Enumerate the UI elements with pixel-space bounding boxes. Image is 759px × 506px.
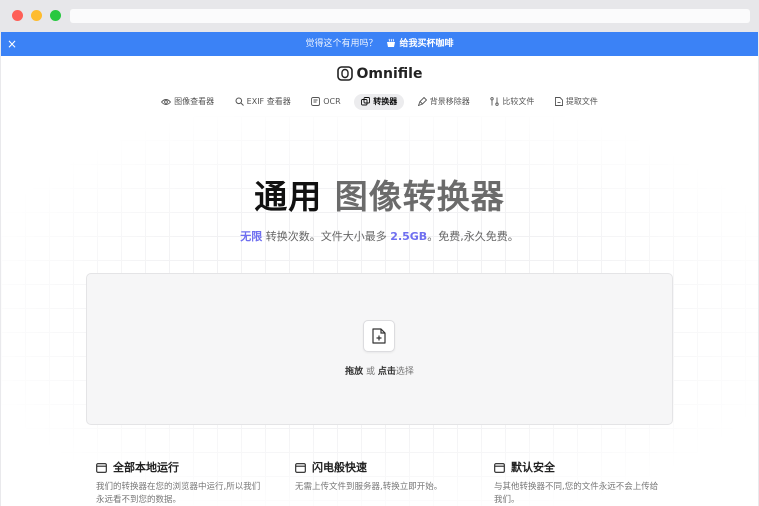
- address-bar[interactable]: [70, 9, 750, 23]
- window-icon: [494, 463, 505, 473]
- eye-icon: [161, 99, 172, 105]
- nav-item-extract-files[interactable]: 提取文件: [548, 94, 605, 110]
- subtitle-text-2: 。免费,永久免费。: [427, 230, 519, 243]
- feature-title: 闪电般快速: [312, 461, 367, 474]
- banner-question: 觉得这个有用吗？: [305, 39, 378, 49]
- file-plus-icon: [363, 320, 395, 352]
- extract-file-icon: [554, 97, 563, 106]
- click-label[interactable]: 点击: [378, 367, 396, 377]
- select-label: 选择: [395, 367, 414, 377]
- feature-title: 全部本地运行: [113, 461, 179, 474]
- brand-logo[interactable]: Omnifile: [1, 66, 758, 82]
- page-title: 通用 图像转换器: [1, 170, 758, 218]
- convert-icon: [361, 97, 371, 106]
- brush-icon: [417, 96, 427, 107]
- omnifile-logo-icon: [336, 66, 353, 81]
- subtitle-unlimited: 无限: [240, 230, 263, 243]
- page: × 觉得这个有用吗？ 给我买杯咖啡 Omnifile 图像查看器 EXIF 查看…: [1, 32, 758, 506]
- title-part-1: 通用: [254, 177, 323, 216]
- window-icon: [295, 463, 306, 473]
- nav-item-compare-files[interactable]: 比较文件: [483, 94, 541, 110]
- nav-item-image-viewer[interactable]: 图像查看器: [154, 94, 221, 110]
- buy-coffee-link[interactable]: 给我买杯咖啡: [399, 39, 453, 49]
- feature-description: 我们的转换器在您的浏览器中运行,所以我们永远看不到您的数据。: [96, 482, 261, 505]
- nav-label: 转换器: [373, 97, 398, 106]
- window-icon: [96, 463, 107, 473]
- browser-chrome: [0, 0, 759, 32]
- or-label: 或: [363, 367, 378, 377]
- main-nav: 图像查看器 EXIF 查看器 OCR 转换器 背景移除器 比较文件 提取文件: [1, 94, 758, 110]
- feature-secure: 默认安全 与其他转换器不同,您的文件永远不会上传给我们。: [494, 460, 664, 506]
- nav-item-background-remover[interactable]: 背景移除器: [411, 94, 477, 110]
- nav-item-exif-viewer[interactable]: EXIF 查看器: [228, 94, 298, 110]
- nav-label: 比较文件: [502, 97, 535, 106]
- nav-item-ocr[interactable]: OCR: [304, 94, 347, 110]
- text-scan-icon: [311, 97, 321, 106]
- nav-label: 图像查看器: [174, 97, 215, 106]
- page-subtitle: 无限 转换次数。文件大小最多 2.5GB。免费,永久免费。: [1, 228, 758, 244]
- feature-fast: 闪电般快速 无需上传文件到服务器,转换立即开始。: [295, 460, 465, 494]
- feature-title: 默认安全: [511, 461, 555, 474]
- minimize-window-button[interactable]: [31, 10, 42, 21]
- site-header: Omnifile 图像查看器 EXIF 查看器 OCR 转换器 背景移除器 比较…: [1, 56, 758, 116]
- close-window-button[interactable]: [12, 10, 23, 21]
- support-banner: × 觉得这个有用吗？ 给我买杯咖啡: [1, 32, 758, 56]
- nav-label: 提取文件: [565, 97, 598, 106]
- coffee-cup-icon: [386, 34, 397, 58]
- search-icon: [235, 97, 244, 106]
- feature-description: 无需上传文件到服务器,转换立即开始。: [295, 482, 443, 492]
- nav-item-converter[interactable]: 转换器: [354, 94, 405, 110]
- title-part-2: 图像转换器: [334, 177, 505, 216]
- dropzone-instructions: 拖放 或 点击选择: [87, 364, 672, 377]
- file-dropzone[interactable]: 拖放 或 点击选择: [86, 273, 673, 425]
- nav-label: EXIF 查看器: [246, 97, 291, 106]
- nav-label: 背景移除器: [429, 97, 470, 106]
- drag-label: 拖放: [345, 367, 364, 377]
- subtitle-text-1: 转换次数。文件大小最多: [262, 230, 391, 243]
- banner-message: 觉得这个有用吗？ 给我买杯咖啡: [1, 32, 758, 58]
- compare-icon: [490, 97, 499, 106]
- feature-description: 与其他转换器不同,您的文件永远不会上传给我们。: [494, 482, 659, 505]
- nav-label: OCR: [323, 97, 341, 106]
- feature-local: 全部本地运行 我们的转换器在您的浏览器中运行,所以我们永远看不到您的数据。: [96, 460, 266, 506]
- features-section: 全部本地运行 我们的转换器在您的浏览器中运行,所以我们永远看不到您的数据。 闪电…: [1, 460, 758, 506]
- subtitle-size-limit: 2.5GB: [390, 230, 428, 243]
- maximize-window-button[interactable]: [50, 10, 61, 21]
- brand-name: Omnifile: [356, 66, 423, 82]
